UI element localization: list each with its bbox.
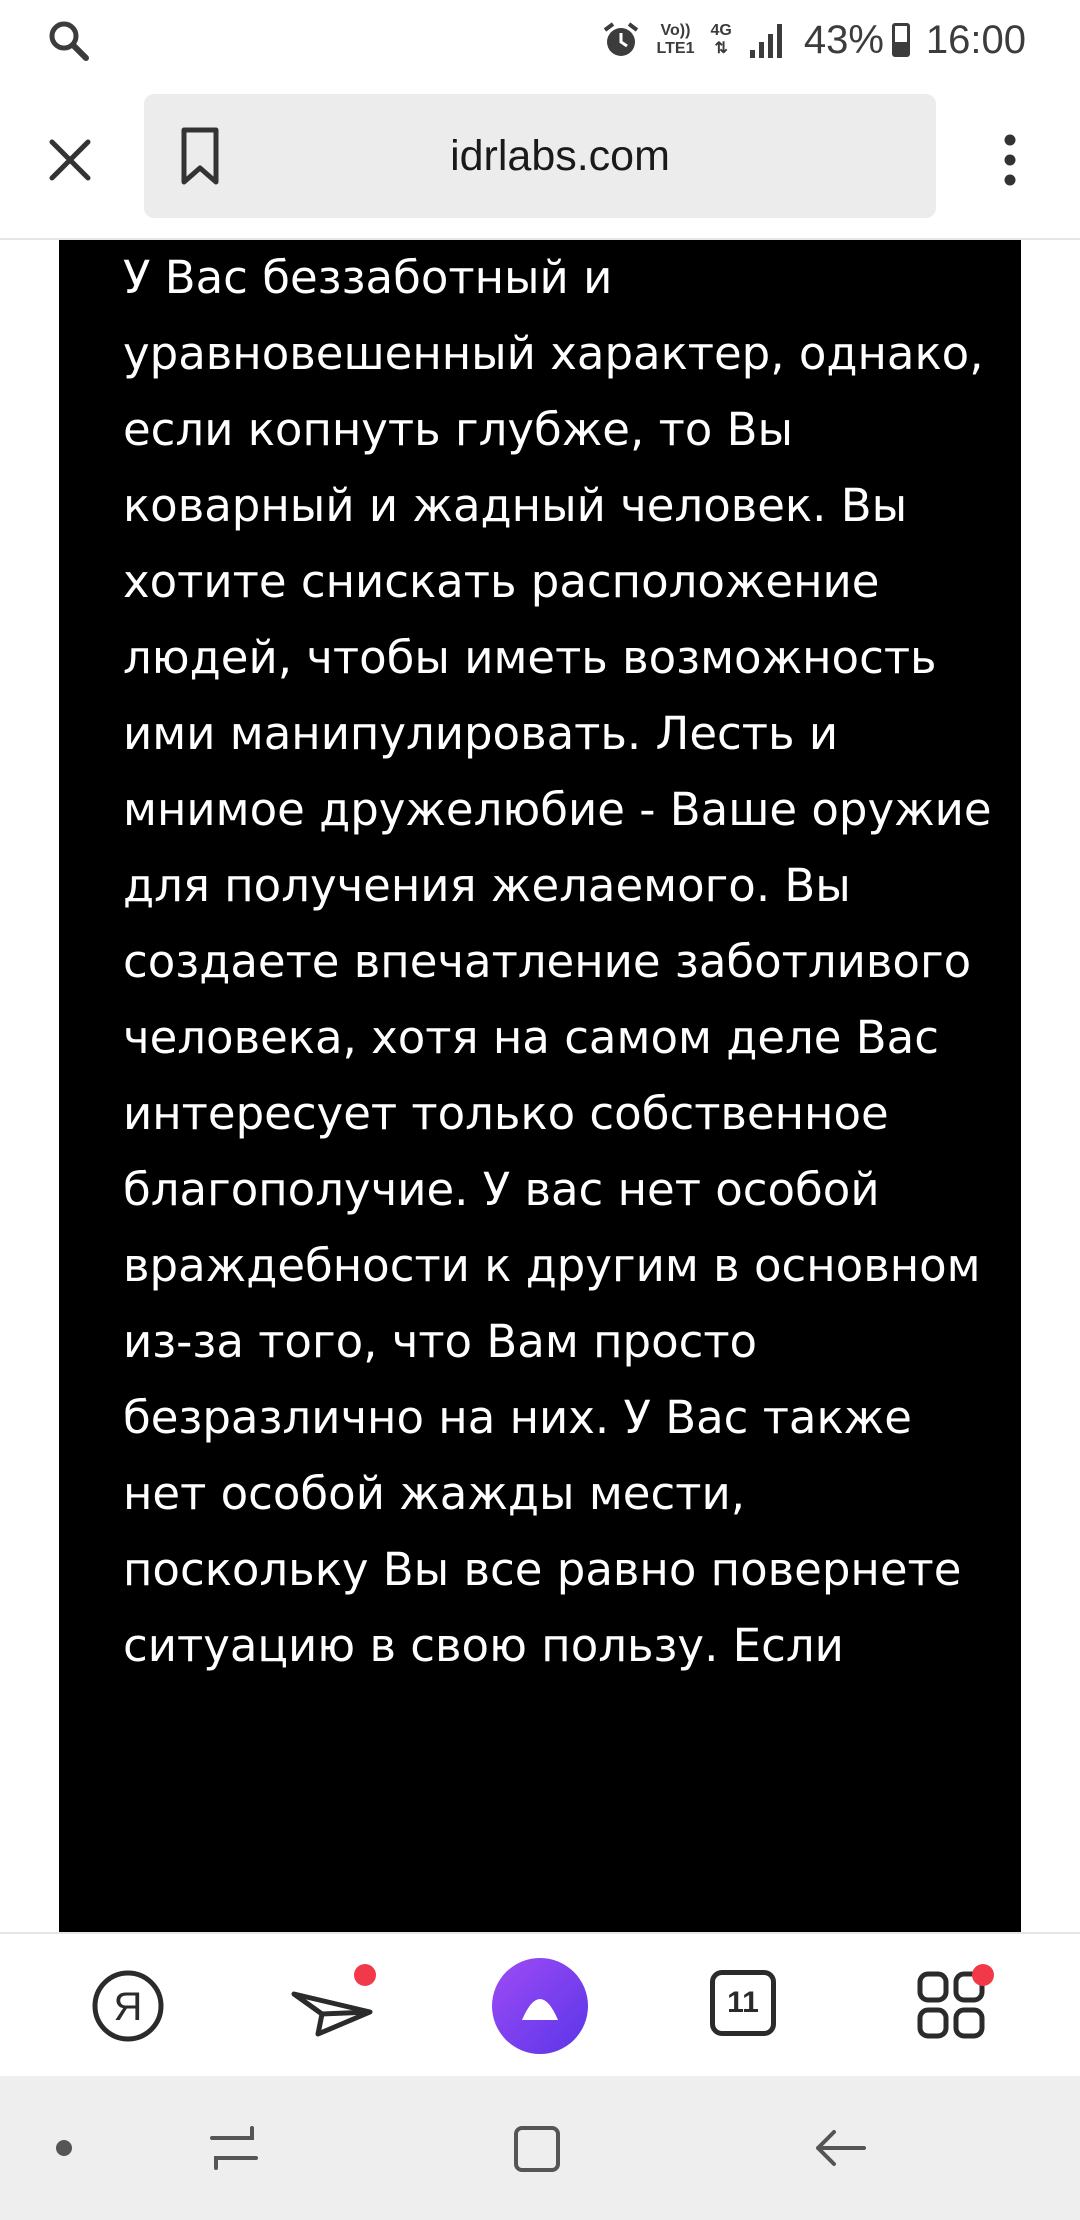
- yandex-home-button[interactable]: Я: [76, 1954, 180, 2058]
- battery-percent: 43%: [803, 17, 884, 62]
- alice-assistant-button[interactable]: [488, 1954, 592, 2058]
- search-icon: [49, 21, 89, 61]
- address-bar[interactable]: idrlabs.com: [144, 94, 936, 218]
- dot-icon[interactable]: [32, 2116, 96, 2180]
- url-text[interactable]: idrlabs.com: [244, 94, 876, 218]
- more-vertical-icon[interactable]: [980, 130, 1040, 190]
- battery-icon: [891, 23, 910, 57]
- svg-text:Я: Я: [114, 1985, 143, 2029]
- notification-badge: [354, 1964, 376, 1986]
- status-bar: Vo)) LTE1 4G ⇅ 43% 16:00: [0, 0, 1080, 80]
- alice-assistant-icon: [492, 1958, 588, 2054]
- back-icon[interactable]: [808, 2116, 872, 2180]
- status-icons: Vo)) LTE1 4G ⇅ 43% 16:00: [601, 10, 1026, 70]
- browser-toolbar: idrlabs.com: [0, 80, 1080, 240]
- page-content[interactable]: У Вас беззаботный и уравновешенный харак…: [0, 240, 1080, 1932]
- system-navigation-bar: [0, 2076, 1080, 2220]
- battery-fill: [894, 41, 907, 54]
- home-icon[interactable]: [506, 2116, 570, 2180]
- bookmark-icon[interactable]: [172, 124, 228, 188]
- zen-feed-button[interactable]: [282, 1954, 386, 2058]
- network-volte-indicator: Vo)) LTE1: [656, 22, 695, 57]
- network-type-indicator: 4G ⇅: [710, 22, 732, 57]
- browser-bottom-nav: Я 11: [0, 1932, 1080, 2076]
- yandex-logo-icon: Я: [92, 1970, 164, 2042]
- services-button[interactable]: [900, 1954, 1004, 2058]
- tabs-icon: 11: [710, 1970, 776, 2036]
- result-text-card: У Вас беззаботный и уравновешенный харак…: [59, 240, 1021, 1932]
- result-description: У Вас беззаботный и уравновешенный харак…: [123, 251, 992, 1672]
- close-icon[interactable]: [40, 130, 100, 190]
- tabs-button[interactable]: 11: [694, 1954, 798, 2058]
- signal-bars-icon: [749, 24, 782, 58]
- recent-apps-icon[interactable]: [202, 2116, 266, 2180]
- alarm-icon: [603, 22, 638, 56]
- notification-badge: [972, 1964, 994, 1986]
- battery-indicator: 43%: [804, 18, 910, 63]
- clock: 16:00: [925, 17, 1026, 62]
